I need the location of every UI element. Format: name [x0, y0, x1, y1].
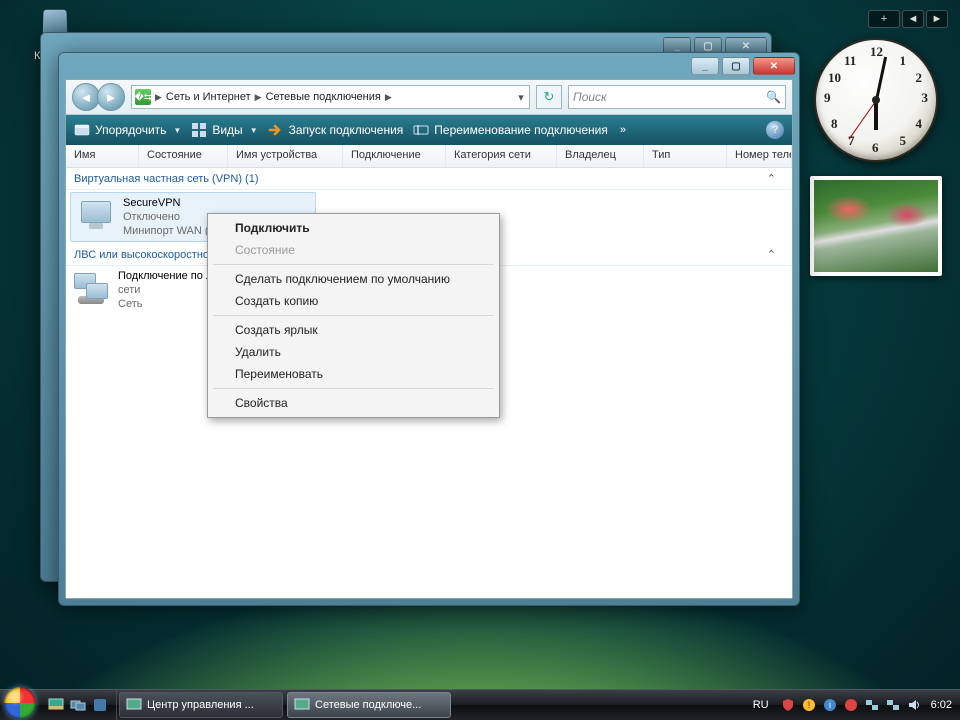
menu-create-shortcut[interactable]: Создать ярлык [211, 319, 496, 341]
collapse-icon[interactable]: ⌃ [767, 248, 784, 261]
sidebar-next-button[interactable]: ► [926, 10, 948, 28]
context-menu: Подключить Состояние Сделать подключение… [207, 213, 500, 418]
tray-security-icon[interactable] [780, 697, 796, 713]
location-icon: �⇆ [135, 89, 151, 105]
sidebar-prev-button[interactable]: ◄ [902, 10, 924, 28]
switch-windows-icon[interactable] [68, 695, 88, 715]
menu-set-default[interactable]: Сделать подключением по умолчанию [211, 268, 496, 290]
tray-network2-icon[interactable] [885, 697, 901, 713]
svg-text:i: i [829, 700, 831, 710]
breadcrumb-sep-icon: ▶ [154, 92, 163, 103]
language-indicator[interactable]: RU [753, 699, 769, 711]
quick-launch [40, 690, 117, 720]
tray-info-icon[interactable]: i [822, 697, 838, 713]
clock-second-hand [848, 100, 876, 140]
col-device[interactable]: Имя устройства [228, 145, 343, 167]
clock-gadget[interactable]: 12 3 6 9 1 2 4 5 7 8 10 11 [814, 38, 938, 162]
minimize-button[interactable]: _ [691, 57, 719, 75]
close-button[interactable]: ✕ [753, 57, 795, 75]
search-input[interactable]: Поиск 🔍 [568, 85, 786, 109]
network-icon [294, 697, 310, 713]
toolbar-overflow-icon[interactable]: » [620, 124, 626, 136]
menu-delete[interactable]: Удалить [211, 341, 496, 363]
menu-status: Состояние [211, 239, 496, 261]
rename-icon [413, 122, 429, 138]
organize-icon [74, 122, 90, 138]
arrow-right-icon [268, 122, 284, 138]
back-button[interactable]: ◄ [72, 83, 100, 111]
column-headers: Имя Состояние Имя устройства Подключение… [66, 145, 792, 168]
quick-launch-item[interactable] [90, 695, 110, 715]
col-state[interactable]: Состояние [139, 145, 228, 167]
organize-button[interactable]: Упорядочить▼ [74, 122, 181, 138]
menu-create-copy[interactable]: Создать копию [211, 290, 496, 312]
start-button[interactable] [0, 690, 40, 720]
forward-button[interactable]: ► [97, 83, 125, 111]
tray-volume-icon[interactable] [906, 697, 922, 713]
vpn-connection-icon [79, 199, 115, 235]
sidebar-add-button[interactable]: + [868, 10, 900, 28]
breadcrumb-sep-icon: ▶ [384, 92, 393, 103]
control-panel-icon [126, 697, 142, 713]
tray-alert-icon[interactable] [843, 697, 859, 713]
breadcrumb-seg1[interactable]: Сеть и Интернет [163, 91, 254, 103]
breadcrumb-sep-icon: ▶ [254, 92, 263, 103]
menu-connect[interactable]: Подключить [211, 217, 496, 239]
show-desktop-icon[interactable] [46, 695, 66, 715]
views-icon [191, 122, 207, 138]
nav-row: ◄ ► �⇆ ▶ Сеть и Интернет ▶ Сетевые подкл… [66, 80, 792, 115]
search-icon: 🔍 [766, 90, 781, 104]
menu-rename[interactable]: Переименовать [211, 363, 496, 385]
col-owner[interactable]: Владелец [557, 145, 644, 167]
clock-hour-hand [874, 100, 878, 130]
command-bar: Упорядочить▼ Виды▼ Запуск подключения [66, 115, 792, 145]
desktop: Корзина + ◄ ► 12 3 6 9 1 2 4 5 7 8 10 11… [0, 0, 960, 720]
system-tray: RU ! i 6:02 [745, 690, 960, 720]
col-name[interactable]: Имя [66, 145, 139, 167]
breadcrumb-seg2[interactable]: Сетевые подключения [263, 91, 384, 103]
slideshow-gadget[interactable] [810, 176, 942, 276]
rename-connection-button[interactable]: Переименование подключения [413, 122, 608, 138]
svg-text:!: ! [807, 700, 810, 710]
start-orb-icon [4, 687, 36, 719]
menu-properties[interactable]: Свойства [211, 392, 496, 414]
titlebar[interactable]: _ ▢ ✕ [59, 53, 799, 79]
sidebar-controls: + ◄ ► [868, 10, 948, 28]
lan-connection-icon [74, 272, 110, 308]
search-placeholder: Поиск [573, 90, 607, 104]
address-dropdown-icon[interactable]: ▾ [513, 91, 529, 104]
refresh-button[interactable]: ↻ [536, 85, 562, 109]
views-button[interactable]: Виды▼ [191, 122, 257, 138]
taskbar: Центр управления ... Сетевые подключе...… [0, 689, 960, 720]
taskbar-item-network-connections[interactable]: Сетевые подключе... [287, 692, 451, 718]
address-bar[interactable]: �⇆ ▶ Сеть и Интернет ▶ Сетевые подключен… [131, 85, 530, 109]
col-conn[interactable]: Подключение [343, 145, 446, 167]
item-name: SecureVPN [123, 196, 241, 210]
tray-network-icon[interactable] [864, 697, 880, 713]
tray-updates-icon[interactable]: ! [801, 697, 817, 713]
clock-time[interactable]: 6:02 [931, 699, 952, 711]
col-phone[interactable]: Номер телефона... [727, 145, 792, 167]
help-button[interactable]: ? [766, 121, 784, 139]
taskbar-item-control-center[interactable]: Центр управления ... [119, 692, 283, 718]
group-vpn-header[interactable]: Виртуальная частная сеть (VPN) (1) ⌃ [66, 168, 792, 190]
col-cat[interactable]: Категория сети [446, 145, 557, 167]
start-connection-button[interactable]: Запуск подключения [268, 122, 404, 138]
maximize-button[interactable]: ▢ [722, 57, 750, 75]
collapse-icon[interactable]: ⌃ [767, 172, 784, 185]
col-type[interactable]: Тип [644, 145, 727, 167]
clock-minute-hand [875, 57, 887, 101]
